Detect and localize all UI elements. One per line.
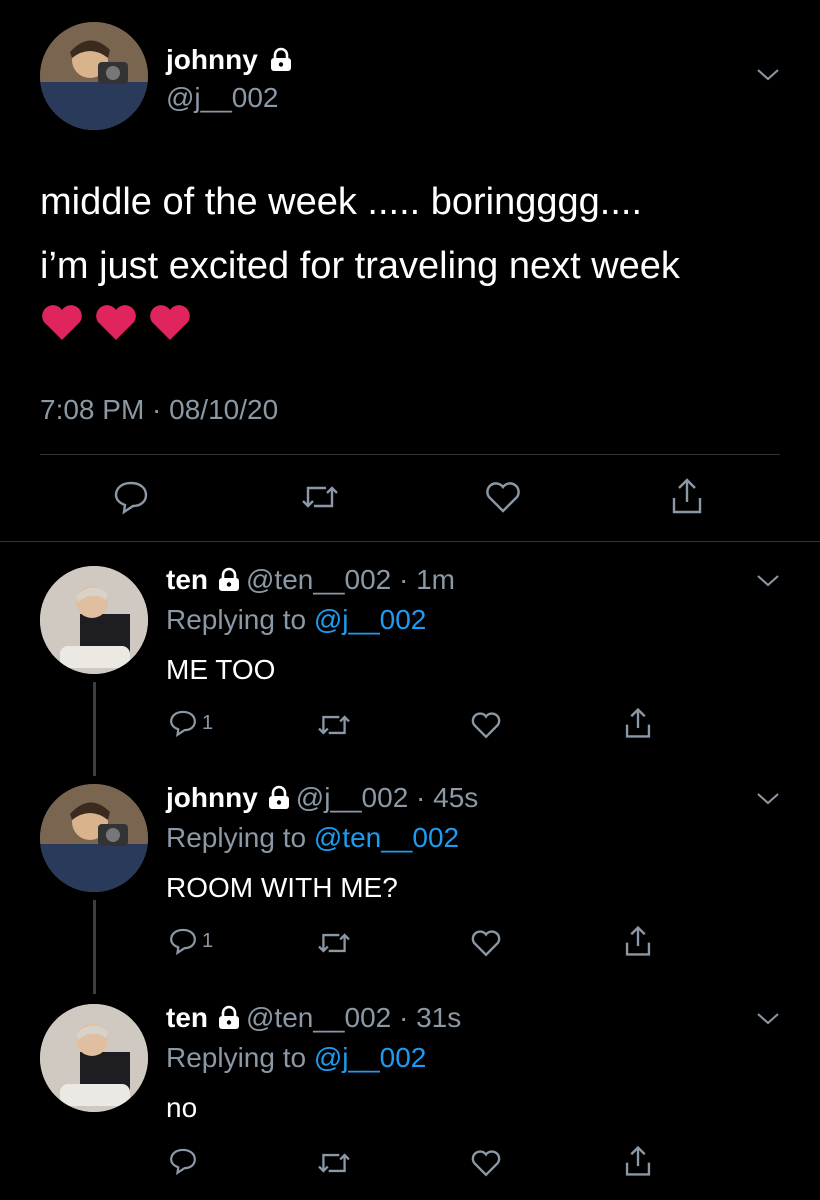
reply-text: no	[166, 1092, 198, 1123]
mention-link[interactable]: @ten__002	[314, 822, 459, 853]
like-icon[interactable]	[470, 710, 502, 745]
lock-icon	[268, 785, 290, 817]
thread-line	[93, 900, 96, 994]
lock-icon	[218, 1005, 240, 1037]
reply-text: ME TOO	[166, 654, 276, 685]
divider	[40, 454, 780, 455]
tweet-line: i’m just excited for traveling next week	[40, 245, 680, 287]
reply-button[interactable]	[168, 1146, 202, 1176]
tweet-timestamp[interactable]: 7:08 PM · 08/10/20	[40, 394, 278, 426]
lock-icon	[270, 47, 292, 79]
reply-button[interactable]: 1	[168, 708, 213, 738]
replying-to: Replying to @j__002	[166, 604, 427, 635]
mention-link[interactable]: @j__002	[314, 1042, 427, 1073]
chevron-down-icon[interactable]	[756, 574, 780, 593]
replying-to: Replying to @ten__002	[166, 822, 460, 853]
share-icon[interactable]	[622, 706, 654, 745]
reply-count: 1	[202, 929, 214, 952]
chevron-down-icon[interactable]	[756, 792, 780, 811]
lock-icon	[218, 567, 240, 599]
reply-meta[interactable]: @ten__002 · 1m	[246, 564, 455, 595]
retweet-icon[interactable]	[314, 1148, 354, 1183]
reply-icon	[170, 710, 196, 738]
heart-emoji-icon	[150, 305, 190, 340]
like-icon[interactable]	[470, 1148, 502, 1183]
avatar-johnny[interactable]	[40, 784, 148, 892]
heart-emoji-icon	[42, 305, 82, 340]
reply-header: ten @ten__002 · 31s	[166, 1002, 461, 1037]
reply-count: 1	[202, 711, 214, 734]
reply-text: ROOM WITH ME?	[166, 872, 398, 903]
avatar-ten[interactable]	[40, 566, 148, 674]
retweet-icon[interactable]	[314, 710, 354, 745]
avatar-johnny[interactable]	[40, 22, 148, 130]
like-icon[interactable]	[484, 480, 522, 519]
heart-emoji-icon	[96, 305, 136, 340]
share-icon[interactable]	[622, 924, 654, 963]
reply-icon[interactable]	[112, 478, 150, 521]
share-icon[interactable]	[668, 476, 706, 521]
divider	[0, 541, 820, 542]
share-icon[interactable]	[622, 1144, 654, 1183]
reply-header: johnny @j__002 · 45s	[166, 782, 478, 817]
chevron-down-icon[interactable]	[756, 68, 780, 87]
retweet-icon[interactable]	[314, 928, 354, 963]
author-name[interactable]: johnny	[166, 44, 298, 79]
tweet-text: middle of the week ..... boringggg.... i…	[40, 170, 800, 342]
retweet-icon[interactable]	[300, 480, 340, 519]
reply-button[interactable]: 1	[168, 926, 213, 956]
tweet-line: middle of the week ..... boringggg....	[40, 181, 643, 223]
reply-icon	[170, 1148, 196, 1176]
reply-meta[interactable]: @ten__002 · 31s	[246, 1002, 461, 1033]
emoji-hearts	[40, 302, 800, 342]
thread-line	[93, 682, 96, 776]
reply-icon	[170, 928, 196, 956]
reply-header: ten @ten__002 · 1m	[166, 564, 455, 599]
reply-author-name[interactable]: johnny	[166, 782, 258, 813]
author-handle[interactable]: @j__002	[166, 82, 279, 114]
reply-author-name[interactable]: ten	[166, 1002, 208, 1033]
reply-meta[interactable]: @j__002 · 45s	[296, 782, 479, 813]
reply-author-name[interactable]: ten	[166, 564, 208, 595]
avatar-ten[interactable]	[40, 1004, 148, 1112]
mention-link[interactable]: @j__002	[314, 604, 427, 635]
like-icon[interactable]	[470, 928, 502, 963]
chevron-down-icon[interactable]	[756, 1012, 780, 1031]
replying-to: Replying to @j__002	[166, 1042, 427, 1073]
